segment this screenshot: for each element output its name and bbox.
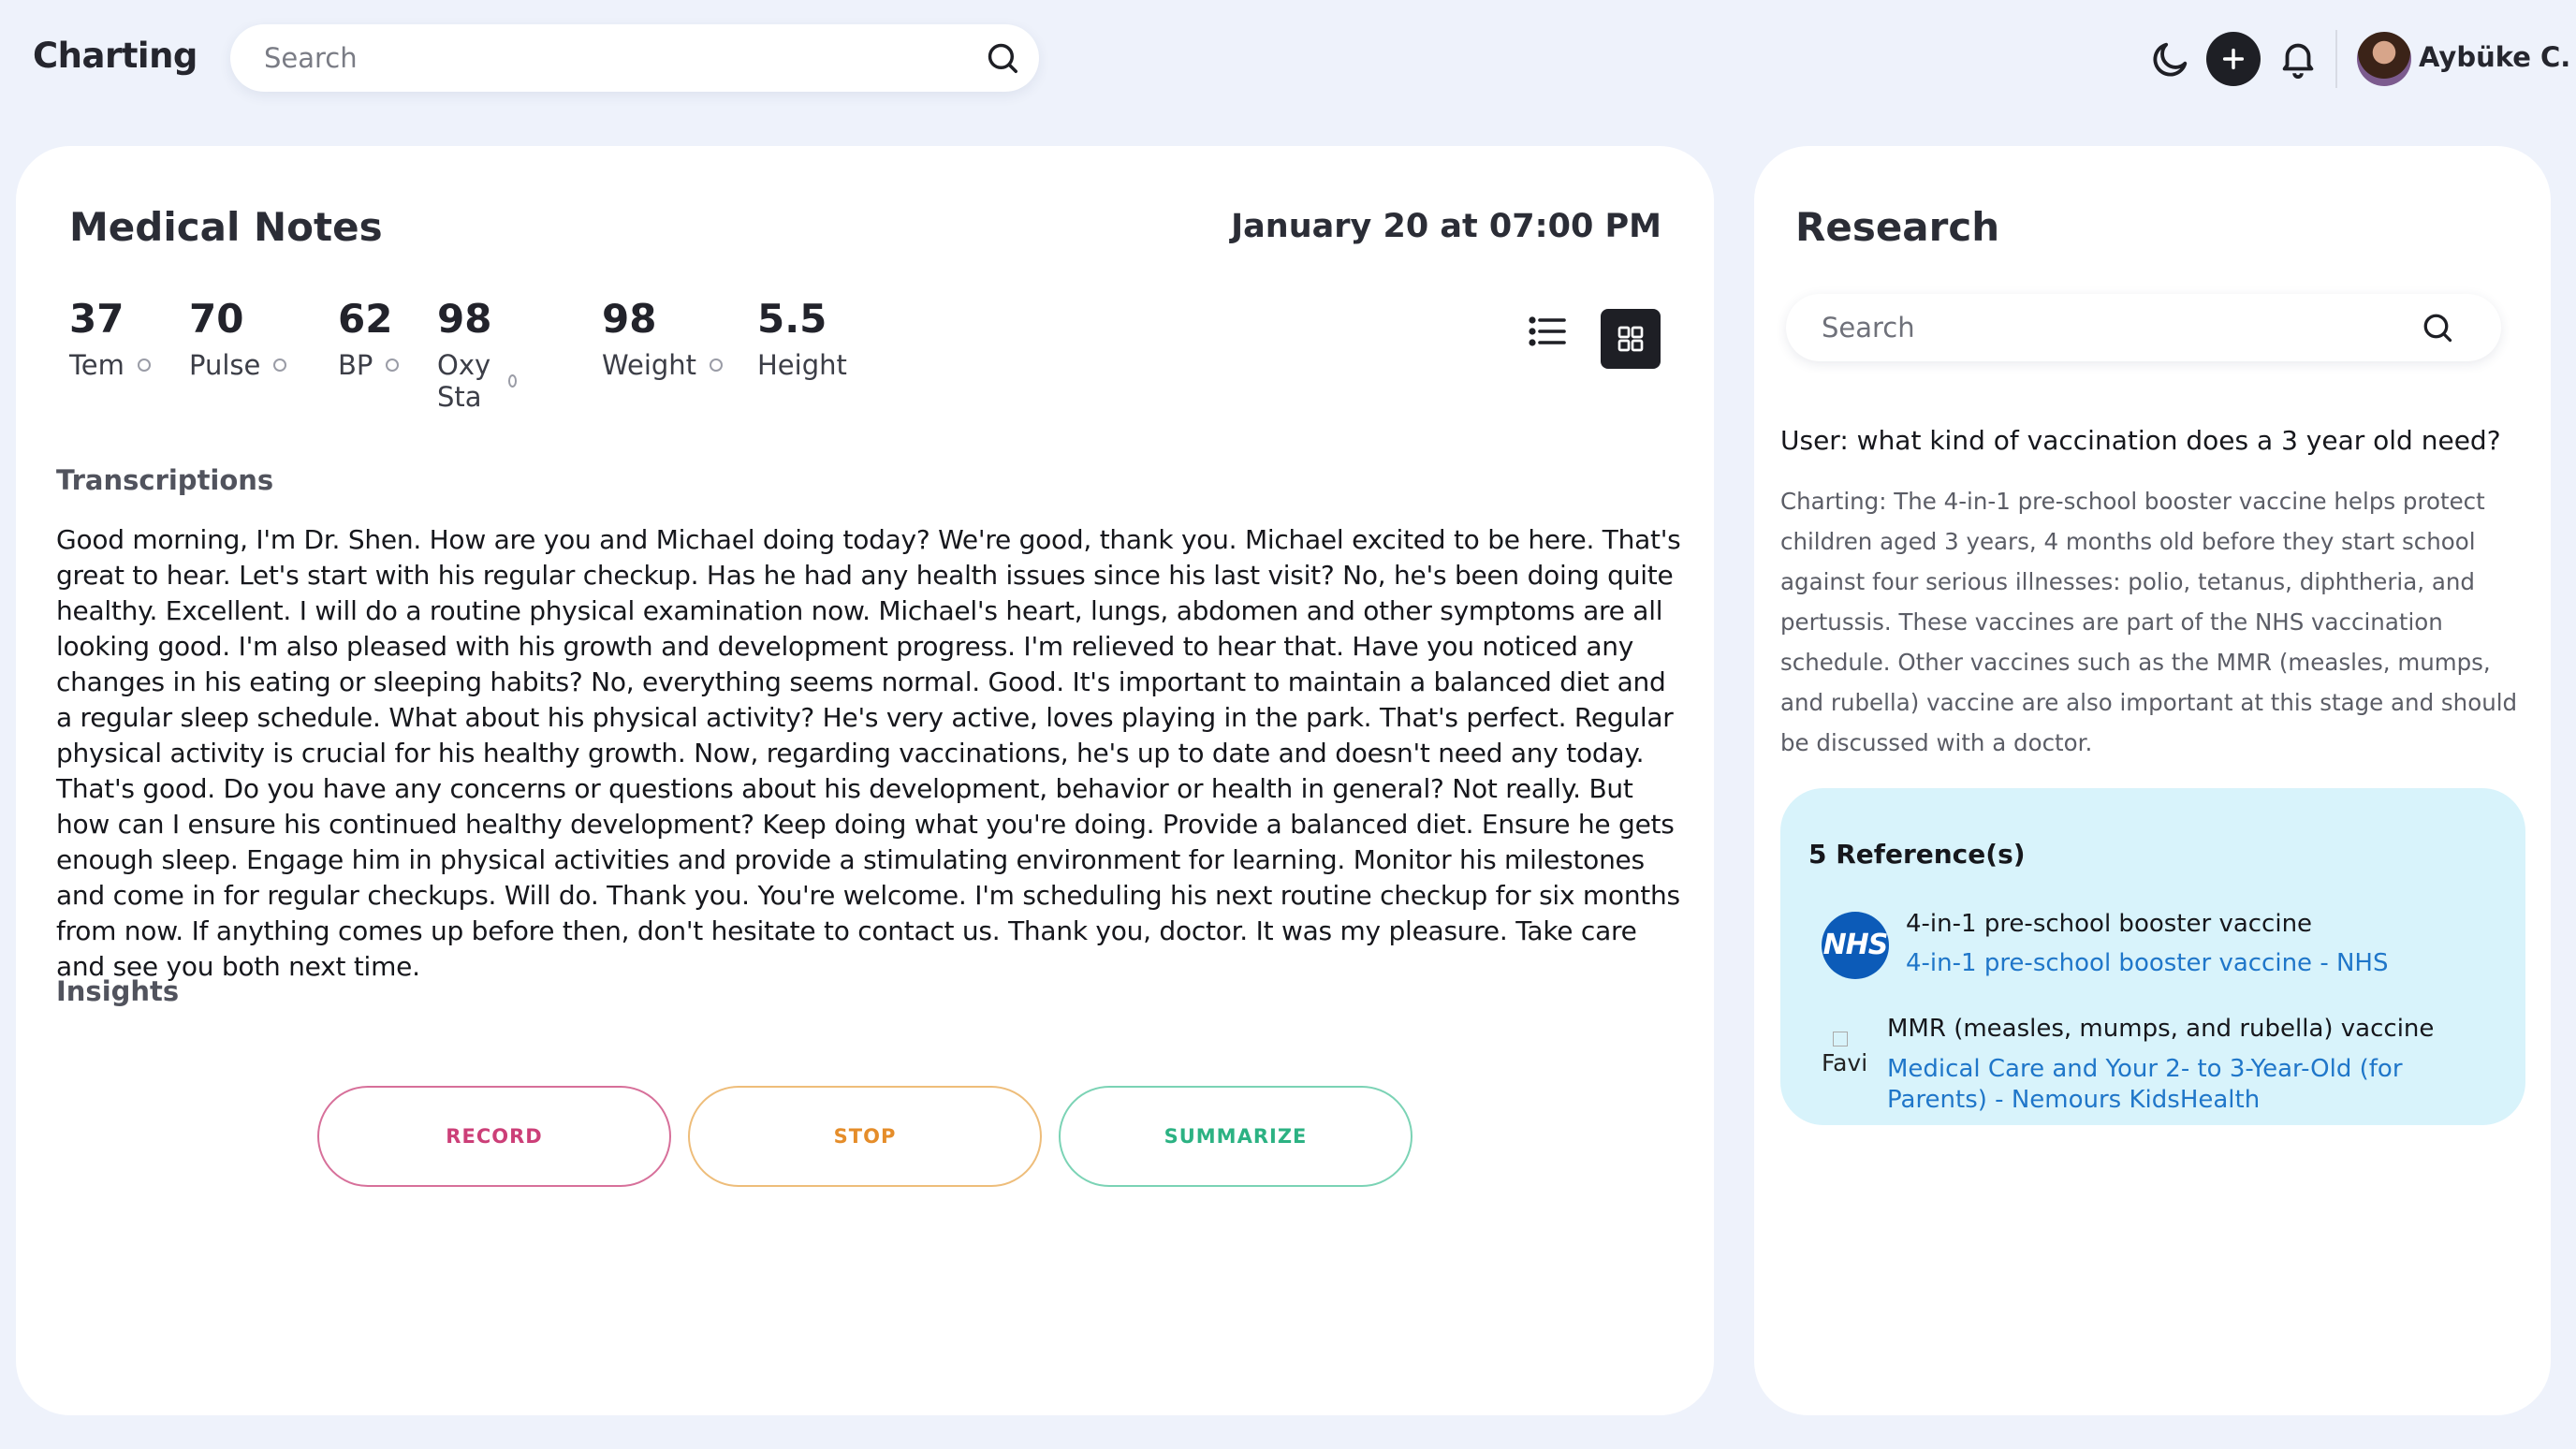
vital-label: Tem <box>69 349 124 381</box>
search-icon[interactable] <box>985 40 1020 76</box>
vital-value: 98 <box>437 296 492 342</box>
stop-button[interactable]: STOP <box>688 1086 1042 1187</box>
vital-label: Weight <box>602 349 697 381</box>
assistant-answer: Charting: The 4-in-1 pre-school booster … <box>1780 488 2518 756</box>
global-search-input[interactable] <box>264 24 957 92</box>
reference-link[interactable]: 4-in-1 pre-school booster vaccine - NHS <box>1906 949 2388 977</box>
notes-date: January 20 at 07:00 PM <box>1231 208 1661 245</box>
research-title: Research <box>1795 204 2000 250</box>
vital-bp: 62 BP <box>338 296 400 381</box>
vital-temperature: 37 Tem <box>69 296 151 381</box>
summarize-button[interactable]: SUMMARIZE <box>1059 1086 1412 1187</box>
grid-view-icon <box>1617 326 1644 352</box>
vital-height: 5.5 Height <box>757 296 847 381</box>
vital-value: 37 <box>69 296 124 342</box>
add-button[interactable] <box>2206 32 2261 86</box>
user-question: User: what kind of vaccination does a 3 … <box>1780 425 2501 456</box>
top-bar: Charting Aybüke C. <box>0 0 2576 118</box>
plus-icon <box>2222 48 2245 70</box>
app-brand[interactable]: Charting <box>33 36 198 76</box>
user-name[interactable]: Aybüke C. <box>2419 41 2570 73</box>
vital-radio-icon[interactable] <box>710 359 724 372</box>
vital-pulse: 70 Pulse <box>189 296 287 381</box>
favicon-alt-text: Favi <box>1822 1049 1868 1076</box>
vital-radio-icon[interactable] <box>273 359 287 372</box>
vital-value: 98 <box>602 296 657 342</box>
vital-radio-icon[interactable] <box>386 359 400 372</box>
grid-view-button[interactable] <box>1601 309 1661 369</box>
vital-radio-icon[interactable] <box>137 359 151 372</box>
broken-image-icon <box>1833 1032 1848 1046</box>
notes-title: Medical Notes <box>69 204 383 250</box>
search-icon[interactable] <box>2421 311 2454 344</box>
vital-oxygen-saturation: 98 Oxy Sta <box>437 296 518 413</box>
vital-value: 62 <box>338 296 393 342</box>
references-panel: 5 Reference(s) NHS 4-in-1 pre-school boo… <box>1780 788 2525 1125</box>
transcriptions-heading: Transcriptions <box>56 464 274 496</box>
research-search <box>1786 294 2501 361</box>
avatar[interactable] <box>2357 32 2411 86</box>
references-heading: 5 Reference(s) <box>1808 839 2026 870</box>
research-search-input[interactable] <box>1822 294 2421 361</box>
medical-notes-card: Medical Notes January 20 at 07:00 PM 37 … <box>16 146 1714 1415</box>
nhs-logo: NHS <box>1822 912 1889 979</box>
moon-icon[interactable] <box>2149 37 2192 80</box>
favicon-broken-image: Favi <box>1822 1032 1874 1091</box>
insights-heading: Insights <box>56 975 180 1007</box>
bell-icon[interactable] <box>2276 36 2320 80</box>
list-view-icon[interactable] <box>1525 309 1570 354</box>
reference-title: 4-in-1 pre-school booster vaccine <box>1906 910 2313 938</box>
vital-label: Oxy Sta <box>437 349 491 413</box>
vital-label: Pulse <box>189 349 261 381</box>
global-search <box>230 24 1039 92</box>
research-card: Research User: what kind of vaccination … <box>1754 146 2551 1415</box>
reference-title: MMR (measles, mumps, and rubella) vaccin… <box>1887 1015 2435 1043</box>
vital-value: 5.5 <box>757 296 827 342</box>
record-button[interactable]: RECORD <box>317 1086 671 1187</box>
transcription-text: Good morning, I'm Dr. Shen. How are you … <box>56 524 1681 982</box>
reference-link[interactable]: Medical Care and Your 2- to 3-Year-Old (… <box>1887 1054 2496 1116</box>
vital-radio-icon[interactable] <box>507 374 518 388</box>
vital-value: 70 <box>189 296 244 342</box>
header-divider <box>2335 30 2337 88</box>
vital-label: BP <box>338 349 373 381</box>
vital-label: Height <box>757 349 847 381</box>
vital-weight: 98 Weight <box>602 296 724 381</box>
